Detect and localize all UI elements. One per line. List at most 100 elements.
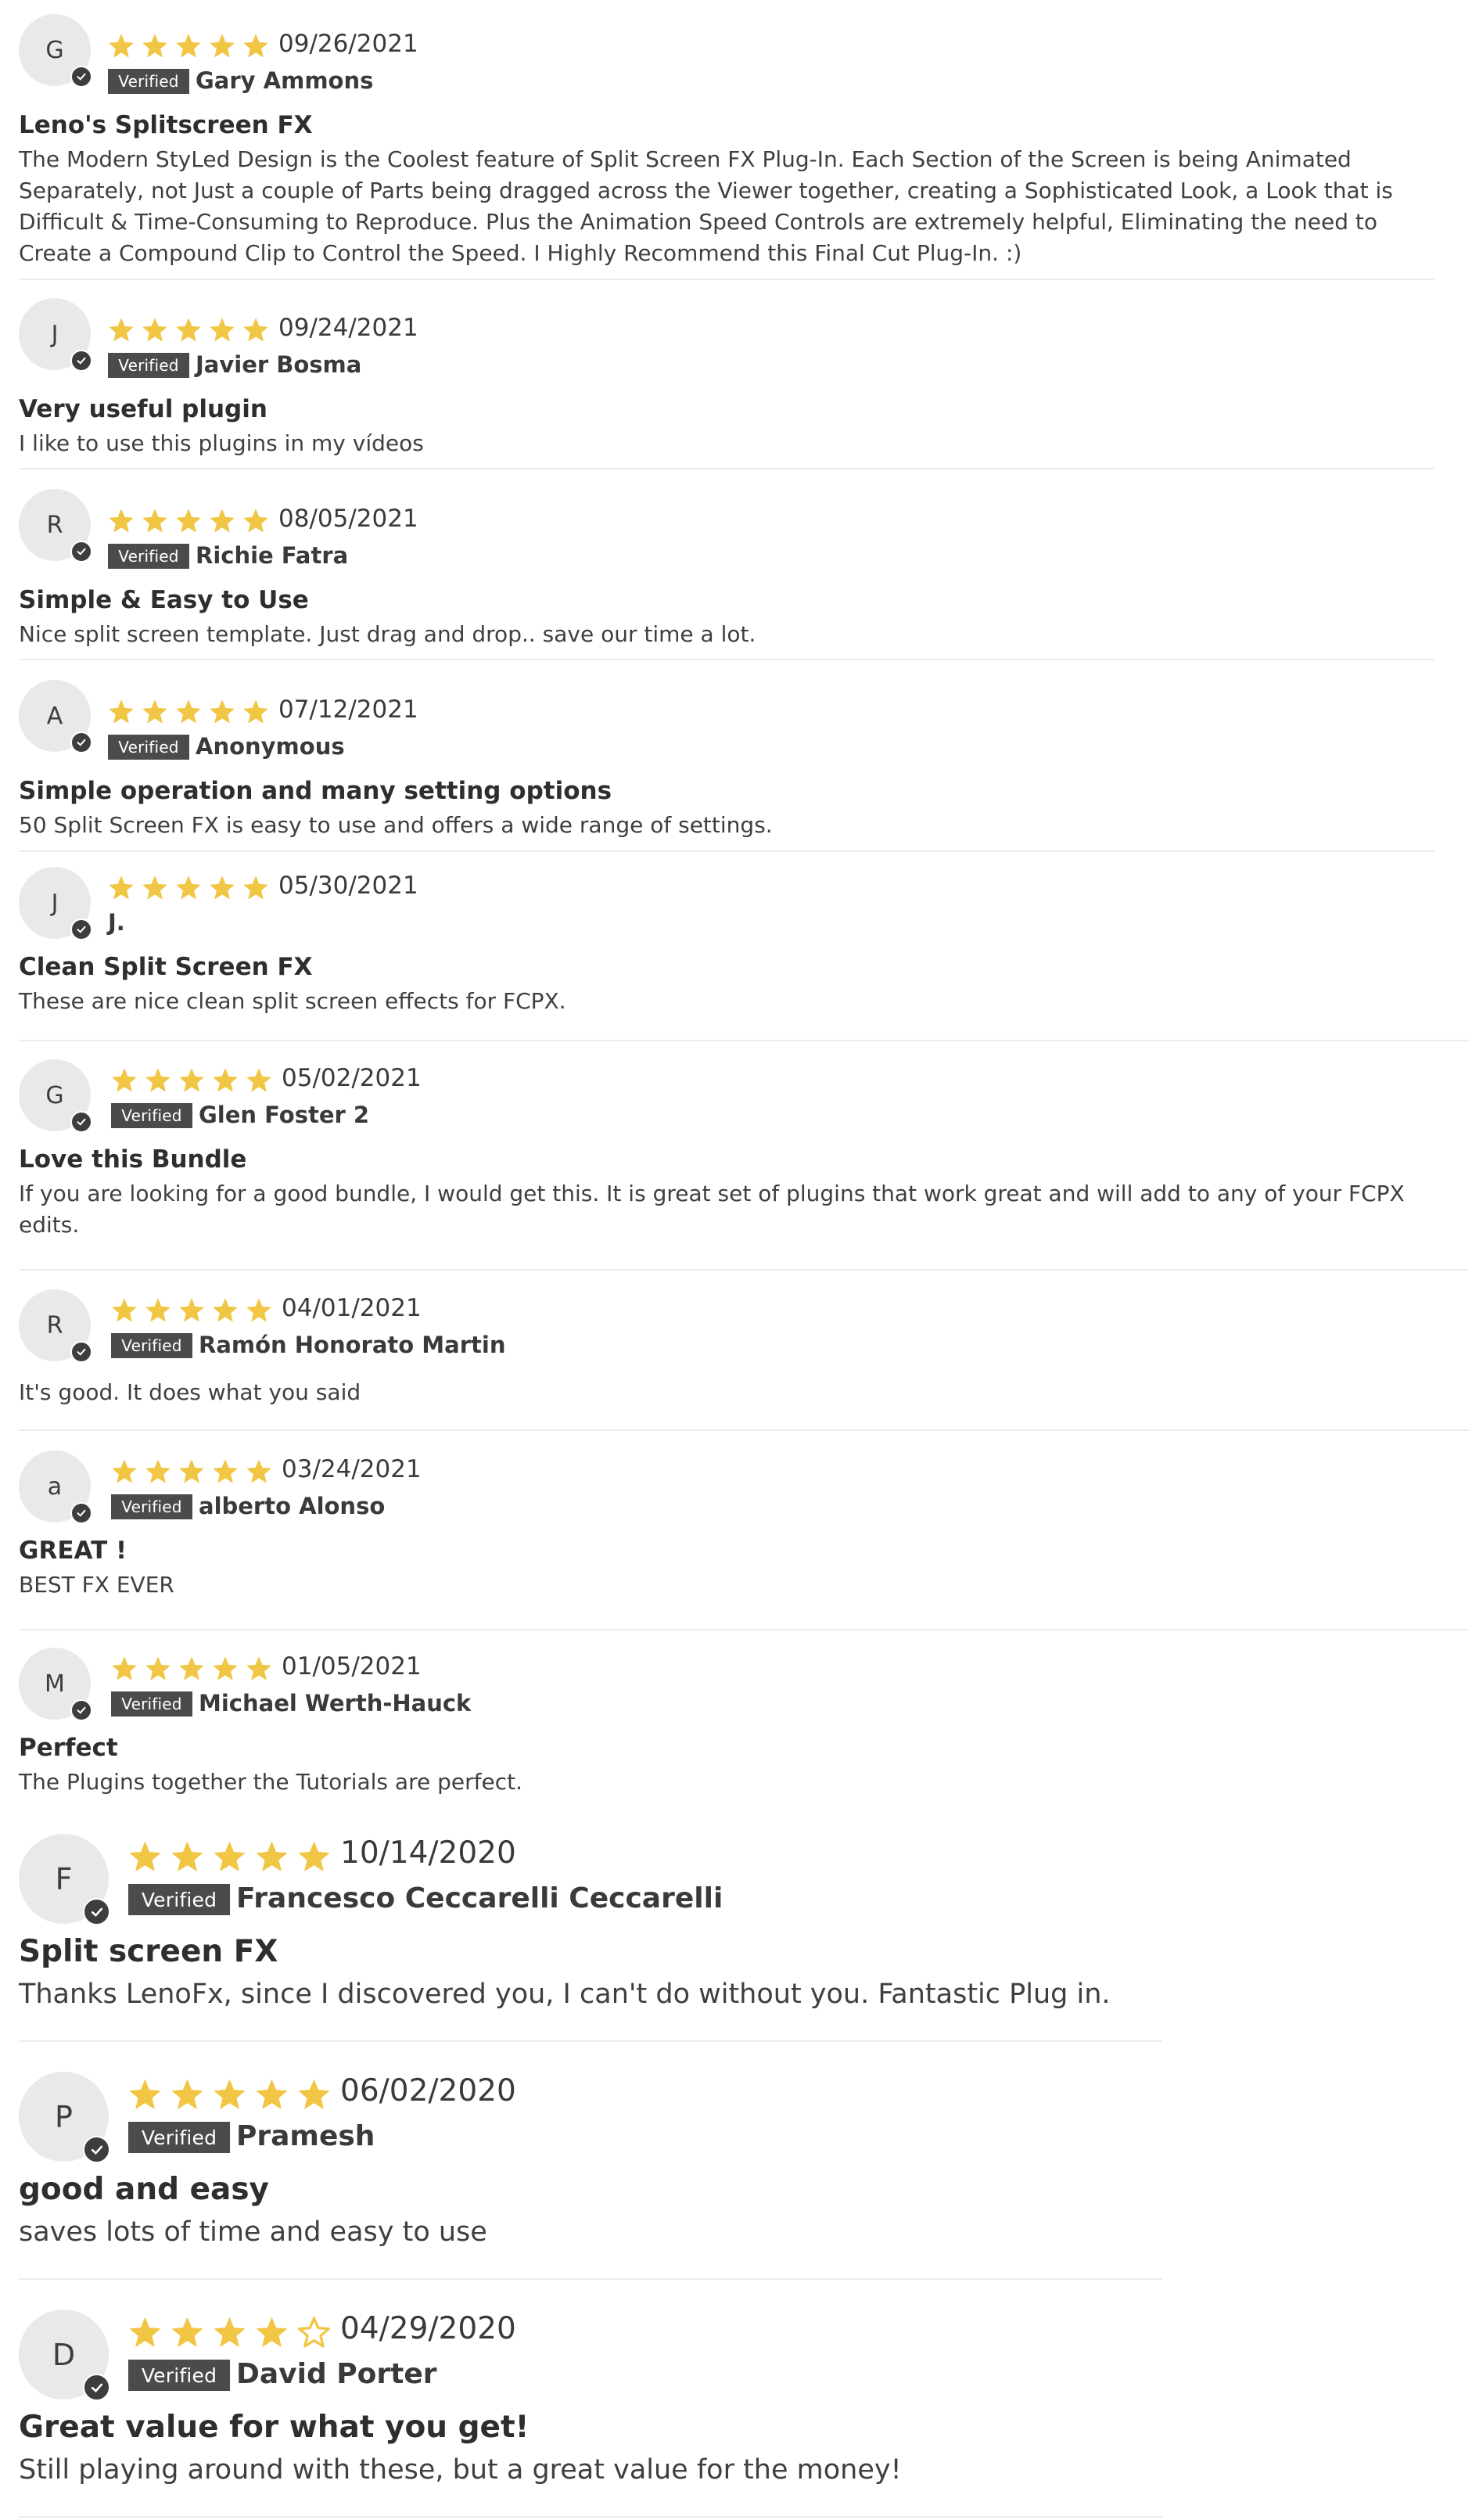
review-item: F 10/14/2020 Verified Francesco Ceccarelli … — [0, 1834, 1472, 2044]
star-rating — [108, 508, 269, 534]
star-filled-icon — [257, 2317, 287, 2347]
star-rating — [128, 2078, 331, 2112]
star-filled-icon — [142, 875, 167, 900]
review-body: It's good. It does what you said — [19, 1379, 361, 1405]
star-rating — [108, 875, 269, 901]
reviewer-name: Gary Ammons — [196, 67, 374, 94]
verified-badge: Verified — [108, 69, 189, 94]
star-filled-icon — [142, 509, 167, 533]
verified-badge: Verified — [108, 353, 189, 378]
star-rating — [111, 1655, 272, 1682]
star-filled-icon — [130, 2080, 160, 2109]
review-title: Leno's Splitscreen FX — [19, 111, 313, 139]
star-rating — [108, 33, 269, 59]
review-item: P 06/02/2020 Verified Pramesh good and easy s… — [0, 2072, 1472, 2281]
star-filled-icon — [214, 1842, 245, 1871]
verified-badge: Verified — [128, 2360, 230, 2391]
review-body: These are nice clean split screen effect… — [19, 988, 566, 1014]
reviewer-name: David Porter — [236, 2358, 437, 2390]
verified-check-icon — [83, 2136, 110, 2163]
star-filled-icon — [213, 1459, 238, 1483]
review-divider — [19, 279, 1434, 280]
star-filled-icon — [213, 1298, 238, 1322]
star-empty-icon — [298, 2317, 330, 2348]
star-filled-icon — [210, 318, 235, 342]
review-item: A 07/12/2021 Verified Anonymous Simple opera… — [0, 680, 1472, 854]
star-filled-icon — [176, 34, 201, 58]
review-date: 05/30/2021 — [278, 872, 418, 900]
review-divider — [19, 659, 1434, 660]
review-date: 08/05/2021 — [278, 505, 418, 533]
verified-badge: Verified — [111, 1691, 192, 1717]
review-date: 04/01/2021 — [282, 1294, 422, 1322]
star-filled-icon — [109, 875, 134, 900]
reviewer-name: Javier Bosma — [196, 351, 362, 378]
review-title: Simple operation and many setting option… — [19, 777, 612, 805]
review-divider — [19, 2516, 1162, 2518]
star-filled-icon — [210, 509, 235, 533]
star-filled-icon — [179, 1068, 204, 1092]
review-date: 06/02/2020 — [340, 2073, 516, 2108]
verified-badge: Verified — [108, 544, 189, 569]
star-rating — [111, 1067, 272, 1094]
star-filled-icon — [210, 875, 235, 900]
review-item: R 08/05/2021 Verified Richie Fatra Simple & … — [0, 489, 1472, 662]
review-title: Clean Split Screen FX — [19, 953, 313, 981]
star-rating — [108, 699, 269, 725]
reviewer-name: Anonymous — [196, 733, 345, 760]
star-filled-icon — [243, 318, 268, 342]
star-filled-icon — [243, 875, 268, 900]
star-filled-icon — [246, 1068, 271, 1092]
star-filled-icon — [214, 2080, 245, 2109]
review-item: G 05/02/2021 Verified Glen Foster 2 Love thi… — [0, 1059, 1472, 1272]
verified-check-icon — [83, 2374, 110, 2401]
verified-check-icon — [70, 1502, 92, 1524]
verified-check-icon — [70, 918, 92, 940]
star-filled-icon — [179, 1459, 204, 1483]
review-item: J 05/30/2021 J. Clean Split Screen FX These … — [0, 867, 1472, 1043]
review-divider — [19, 1629, 1469, 1630]
star-filled-icon — [112, 1459, 137, 1483]
verified-check-icon — [70, 732, 92, 753]
review-body: Thanks LenoFx, since I discovered you, I… — [19, 1979, 1111, 2010]
reviews-list: G 09/26/2021 Verified Gary Ammons Leno's Spl… — [0, 0, 1472, 2520]
reviewer-name: J. — [108, 909, 125, 936]
reviewer-name: Pramesh — [236, 2120, 375, 2152]
star-filled-icon — [176, 318, 201, 342]
star-filled-icon — [172, 2317, 203, 2347]
review-title: GREAT ! — [19, 1537, 127, 1565]
review-body: The Modern StyLed Design is the Coolest … — [19, 146, 1393, 266]
star-rating — [128, 2316, 331, 2349]
verified-badge: Verified — [128, 1884, 230, 1915]
verified-badge: Verified — [111, 1333, 192, 1358]
verified-check-icon — [70, 541, 92, 563]
review-title: Love this Bundle — [19, 1145, 247, 1174]
star-filled-icon — [112, 1068, 137, 1092]
star-rating — [111, 1458, 272, 1485]
review-title: Simple & Easy to Use — [19, 586, 309, 614]
star-filled-icon — [130, 1842, 160, 1871]
review-date: 09/24/2021 — [278, 314, 418, 342]
review-body: The Plugins together the Tutorials are p… — [19, 1769, 522, 1795]
star-rating — [108, 317, 269, 343]
star-filled-icon — [299, 1842, 329, 1871]
review-divider — [19, 2278, 1162, 2280]
review-divider — [19, 1269, 1469, 1271]
review-divider — [19, 1429, 1469, 1431]
verified-check-icon — [70, 1699, 92, 1721]
verified-badge: Verified — [111, 1494, 192, 1519]
review-title: good and easy — [19, 2172, 269, 2207]
review-title: Great value for what you get! — [19, 2410, 530, 2445]
star-filled-icon — [112, 1298, 137, 1322]
reviewer-name: Glen Foster 2 — [199, 1102, 370, 1128]
star-filled-icon — [145, 1068, 171, 1092]
review-body: 50 Split Screen FX is easy to use and of… — [19, 812, 773, 838]
review-item: R 04/01/2021 Verified Ramón Honorato Martin… — [0, 1289, 1472, 1433]
star-filled-icon — [299, 2080, 329, 2109]
star-filled-icon — [130, 2317, 160, 2347]
star-filled-icon — [145, 1298, 171, 1322]
review-date: 03/24/2021 — [282, 1455, 422, 1483]
star-filled-icon — [109, 699, 134, 724]
star-filled-icon — [213, 1656, 238, 1681]
review-title: Perfect — [19, 1734, 118, 1762]
